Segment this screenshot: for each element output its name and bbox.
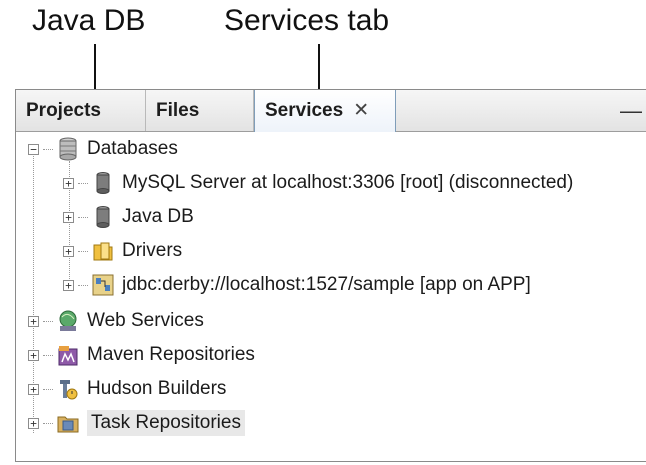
tree-node-mysql-server[interactable]: + MySQL Server at localhost:3306 [root] … — [63, 167, 573, 199]
tab-services-label: Services — [265, 100, 344, 121]
expand-icon[interactable]: + — [63, 177, 74, 189]
callout-line-services-tab — [318, 44, 320, 92]
tree-node-jdbc-connection[interactable]: + jdbc:derby://localhost:1527/sample [ap… — [63, 269, 531, 301]
database-server-icon — [96, 172, 110, 194]
services-tree: − Databases + MySQL Server at localhost:… — [16, 131, 646, 462]
tree-connector — [43, 354, 53, 356]
tab-files[interactable]: Files — [146, 90, 254, 131]
tree-node-web-services[interactable]: + Web Services — [28, 305, 204, 337]
tree-node-hudson-builders[interactable]: + Hudson Builders — [28, 373, 226, 405]
tree-connector — [43, 388, 53, 390]
tree-node-label: Java DB — [122, 206, 194, 227]
connection-icon — [92, 274, 114, 296]
services-panel: Projects Files Services ✕ — − Databases — [15, 89, 646, 462]
tab-projects-label: Projects — [26, 100, 101, 121]
tree-node-label: MySQL Server at localhost:3306 [root] (d… — [122, 172, 574, 193]
collapse-icon[interactable]: − — [28, 143, 39, 155]
expand-icon[interactable]: + — [63, 245, 74, 257]
task-repository-icon — [57, 416, 79, 433]
tree-node-label: jdbc:derby://localhost:1527/sample [app … — [122, 274, 531, 295]
tab-projects[interactable]: Projects — [16, 90, 146, 131]
close-icon[interactable]: ✕ — [353, 100, 369, 121]
tab-services[interactable]: Services ✕ — [254, 90, 396, 132]
tree-connector — [43, 148, 53, 150]
tree-connector — [43, 422, 53, 424]
tree-node-label: Task Repositories — [87, 410, 245, 436]
tree-node-java-db[interactable]: + Java DB — [63, 201, 194, 233]
tree-node-databases[interactable]: − Databases — [28, 133, 178, 165]
tree-connector — [78, 216, 88, 218]
tab-files-label: Files — [156, 100, 200, 121]
expand-icon[interactable]: + — [28, 417, 39, 429]
tree-node-label: Maven Repositories — [87, 344, 255, 365]
tree-node-maven-repositories[interactable]: + Maven Repositories — [28, 339, 255, 371]
database-icon — [59, 137, 77, 161]
web-services-icon — [59, 310, 77, 331]
tree-node-label: Drivers — [122, 240, 183, 261]
minimize-icon[interactable]: — — [620, 90, 642, 131]
tree-node-label: Hudson Builders — [87, 378, 227, 399]
expand-icon[interactable]: + — [63, 211, 74, 223]
expand-icon[interactable]: + — [28, 383, 39, 395]
tree-connector — [78, 284, 88, 286]
expand-icon[interactable]: + — [63, 279, 74, 291]
database-server-icon — [96, 206, 110, 228]
tree-connector — [78, 250, 88, 252]
tree-node-label: Web Services — [87, 310, 204, 331]
folder-icon — [93, 242, 113, 261]
tree-node-drivers[interactable]: + Drivers — [63, 235, 182, 267]
hudson-icon — [60, 380, 78, 400]
expand-icon[interactable]: + — [28, 349, 39, 361]
expand-icon[interactable]: + — [28, 315, 39, 327]
tree-connector — [78, 182, 88, 184]
tab-bar: Projects Files Services ✕ — — [16, 90, 646, 132]
tree-node-task-repositories[interactable]: + Task Repositories — [28, 407, 245, 439]
tree-connector — [43, 320, 53, 322]
tree-node-label: Databases — [87, 138, 178, 159]
maven-icon — [58, 346, 78, 366]
